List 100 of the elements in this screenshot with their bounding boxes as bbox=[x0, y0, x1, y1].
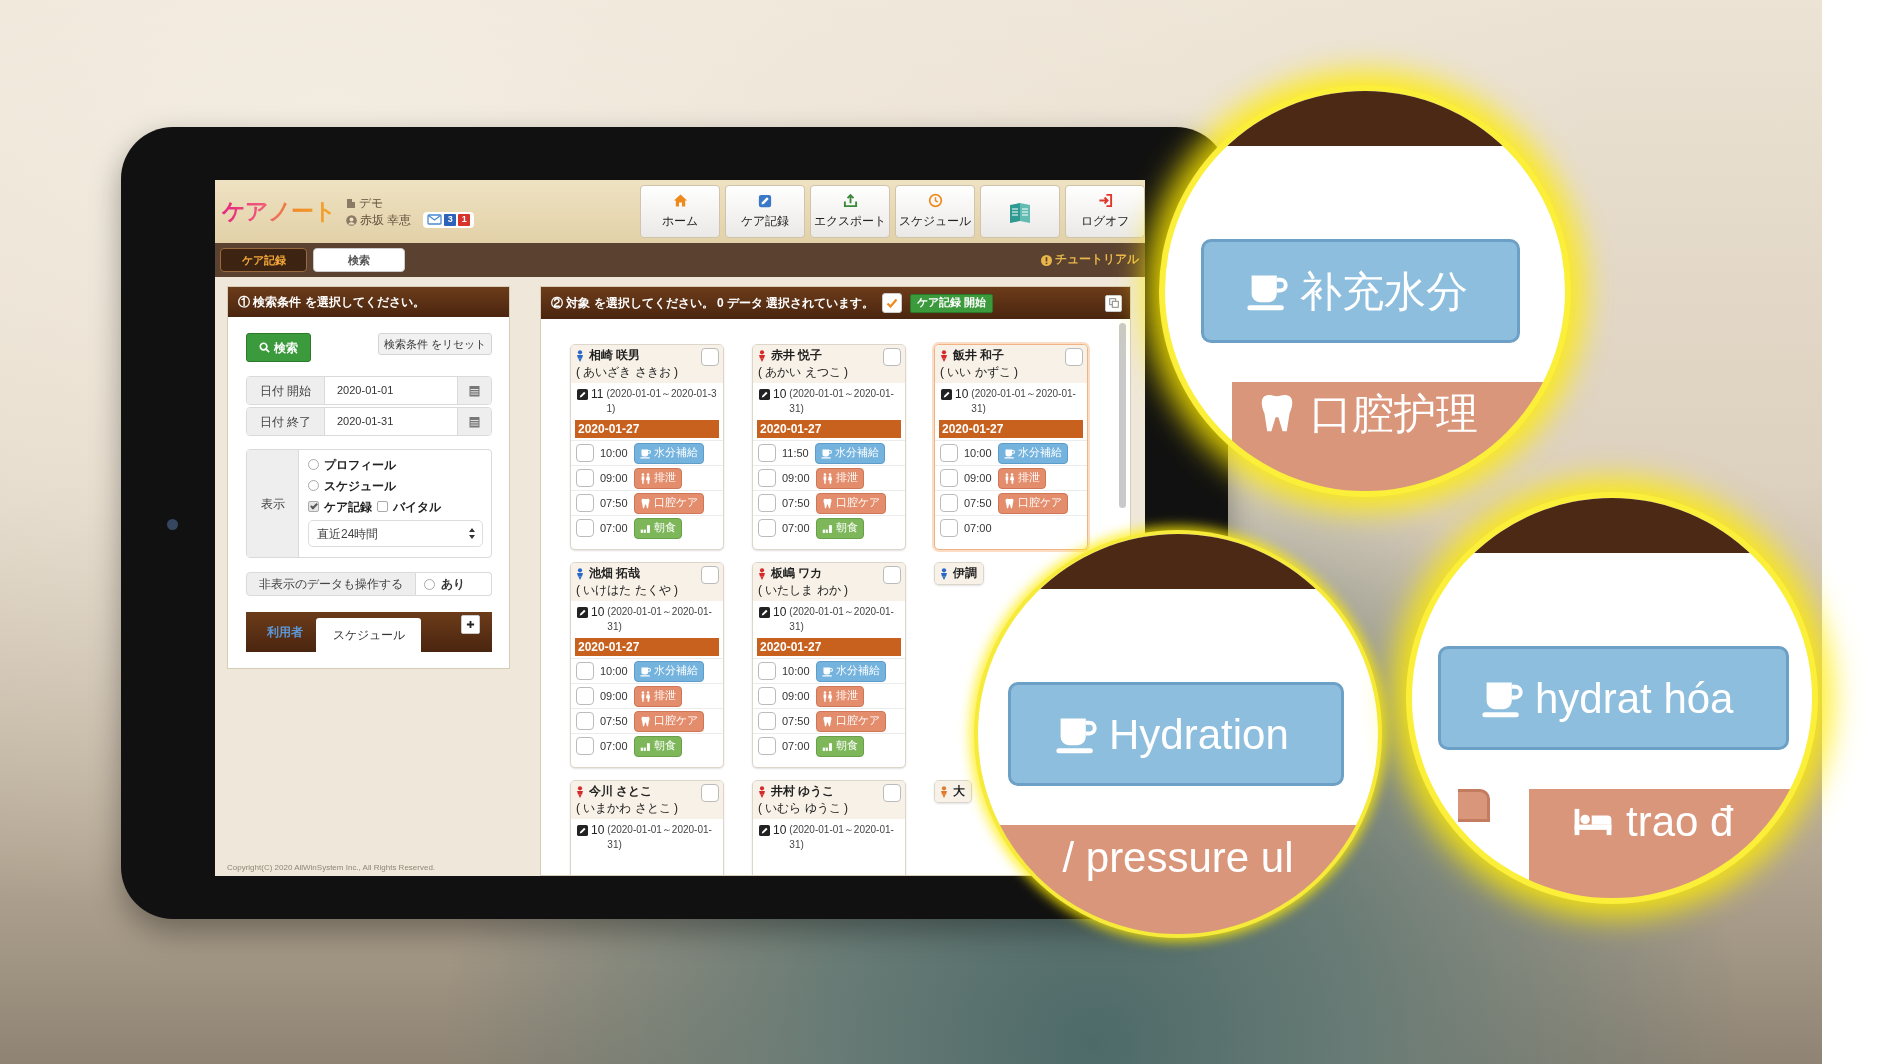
care-tag[interactable]: 口腔ケア bbox=[815, 492, 886, 514]
scrollbar[interactable] bbox=[1119, 323, 1126, 508]
copyright-text: Copyright(C) 2020 AllWinSystem Inc., All Rights Reserved. bbox=[227, 862, 437, 874]
nav-button[interactable]: ケア記録 bbox=[725, 185, 805, 238]
entry-checkbox[interactable] bbox=[758, 494, 776, 512]
pages-button[interactable] bbox=[1105, 294, 1122, 312]
care-tag[interactable]: 排泄 bbox=[633, 467, 682, 489]
entry-time: 07:00 bbox=[782, 520, 810, 536]
care-tag[interactable]: 补充水分 bbox=[1201, 239, 1520, 343]
person-card[interactable]: 今川 さとこ ( いまかわ さとこ ) 10 (2020-01-01～2020-01-31) bbox=[570, 780, 724, 875]
entry-checkbox[interactable] bbox=[940, 469, 958, 487]
radio-button[interactable] bbox=[308, 480, 319, 491]
entry-time: 09:00 bbox=[782, 470, 810, 486]
person-card[interactable]: 池畑 拓哉 ( いけはた たくや ) 10 (2020-01-01～2020-01-31) 2020-01-27 10:00 水分補給 09:00 排泄 07:50 口腔ケア 07:00 朝食 bbox=[570, 562, 724, 768]
calendar-button[interactable] bbox=[457, 408, 491, 435]
entry-checkbox[interactable] bbox=[758, 712, 776, 730]
add-button[interactable] bbox=[461, 615, 480, 634]
entry-time: 09:00 bbox=[600, 470, 628, 486]
period-select[interactable]: 直近24時間 bbox=[308, 520, 483, 547]
person-card[interactable]: 赤井 悦子 ( あかい えつこ ) 10 (2020-01-01～2020-01-31) 2020-01-27 11:50 水分補給 09:00 排泄 07:50 口腔ケア 07:00 朝食 bbox=[752, 344, 906, 550]
person-card[interactable]: 飯井 和子 ( いい かずこ ) 10 (2020-01-01～2020-01-31) 2020-01-27 10:00 水分補給 09:00 排泄 07:50 口腔ケア 07:00 bbox=[934, 344, 1088, 550]
date-heading: 2020-01-27 bbox=[575, 420, 719, 438]
reset-button[interactable]: 検索条件 をリセット bbox=[377, 333, 492, 355]
care-tag[interactable]: 朝食 bbox=[633, 517, 682, 539]
care-tag[interactable]: 朝食 bbox=[815, 735, 864, 757]
card-checkbox[interactable] bbox=[1065, 348, 1083, 366]
care-tag[interactable]: 排泄 bbox=[997, 467, 1046, 489]
care-tag[interactable]: 水分補給 bbox=[633, 660, 704, 682]
entry-checkbox[interactable] bbox=[940, 494, 958, 512]
care-tag[interactable]: Hydration bbox=[1008, 682, 1344, 786]
entry-checkbox[interactable] bbox=[576, 444, 594, 462]
entry-checkbox[interactable] bbox=[576, 494, 594, 512]
entry-checkbox[interactable] bbox=[576, 662, 594, 680]
card-checkbox[interactable] bbox=[883, 348, 901, 366]
person-card[interactable]: 井村 ゆうこ ( いむら ゆうこ ) 10 (2020-01-01～2020-01-31) bbox=[752, 780, 906, 875]
nav-button[interactable] bbox=[980, 185, 1060, 238]
entry-checkbox[interactable] bbox=[576, 469, 594, 487]
tab[interactable]: スケジュール bbox=[316, 618, 421, 652]
start-button[interactable]: ケア記録 開始 bbox=[910, 293, 994, 313]
select-all-button[interactable] bbox=[882, 293, 903, 313]
nav-button[interactable]: スケジュール bbox=[895, 185, 975, 238]
card-checkbox[interactable] bbox=[883, 784, 901, 802]
card-checkbox[interactable] bbox=[701, 784, 719, 802]
entry-checkbox[interactable] bbox=[758, 737, 776, 755]
entry-checkbox[interactable] bbox=[576, 519, 594, 537]
pencil-square-icon bbox=[759, 607, 770, 618]
person-card[interactable]: 伊調 bbox=[934, 562, 984, 585]
care-tag[interactable]: 口腔ケア bbox=[815, 710, 886, 732]
entry-checkbox[interactable] bbox=[758, 687, 776, 705]
care-tag[interactable]: 口腔ケア bbox=[997, 492, 1068, 514]
plus-icon bbox=[466, 620, 475, 629]
bars-icon bbox=[639, 740, 651, 752]
person-card[interactable]: 相崎 咲男 ( あいざき さきお ) 11 (2020-01-01～2020-01-31) 2020-01-27 10:00 水分補給 09:00 排泄 07:50 口腔ケア 07:00 朝食 bbox=[570, 344, 724, 550]
entry-checkbox[interactable] bbox=[940, 519, 958, 537]
calendar-button[interactable] bbox=[457, 377, 491, 404]
checkbox[interactable] bbox=[424, 578, 435, 590]
entry-checkbox[interactable] bbox=[758, 519, 776, 537]
cup-icon bbox=[821, 665, 833, 677]
care-tag[interactable]: 水分補給 bbox=[815, 660, 886, 682]
nav-button[interactable]: ログオフ bbox=[1065, 185, 1145, 238]
care-tag[interactable]: hydrat hóa bbox=[1438, 646, 1789, 750]
care-tag[interactable]: 水分補給 bbox=[814, 442, 885, 464]
care-tag[interactable]: 朝食 bbox=[633, 735, 682, 757]
care-tag[interactable] bbox=[1458, 789, 1490, 822]
tutorial-link[interactable]: チュートリアル bbox=[1041, 251, 1139, 269]
entry-checkbox[interactable] bbox=[576, 737, 594, 755]
care-tag[interactable]: 口腔ケア bbox=[633, 710, 704, 732]
entry-checkbox[interactable] bbox=[940, 444, 958, 462]
person-card[interactable]: 大 bbox=[934, 780, 972, 803]
nav-button[interactable]: エクスポート bbox=[810, 185, 890, 238]
entry-checkbox[interactable] bbox=[758, 469, 776, 487]
entry-checkbox[interactable] bbox=[576, 687, 594, 705]
card-checkbox[interactable] bbox=[701, 566, 719, 584]
bars-icon bbox=[821, 740, 833, 752]
entry-checkbox[interactable] bbox=[758, 444, 776, 462]
checkbox[interactable] bbox=[308, 501, 319, 512]
nav-button[interactable]: ホーム bbox=[640, 185, 720, 238]
tab[interactable]: ケア記録 bbox=[220, 248, 307, 272]
card-checkbox[interactable] bbox=[883, 566, 901, 584]
care-tag[interactable]: 水分補給 bbox=[633, 442, 704, 464]
care-tag[interactable]: 朝食 bbox=[815, 517, 864, 539]
radio-button[interactable] bbox=[308, 459, 319, 470]
envelope-icon bbox=[427, 214, 443, 225]
care-tag[interactable]: 口腔ケア bbox=[633, 492, 704, 514]
entry-time: 11:50 bbox=[782, 445, 809, 461]
care-tag[interactable]: 排泄 bbox=[633, 685, 682, 707]
search-button[interactable]: 検索 bbox=[246, 333, 311, 362]
tab[interactable]: 利用者 bbox=[256, 620, 314, 644]
care-tag[interactable]: 排泄 bbox=[815, 685, 864, 707]
checkbox[interactable] bbox=[377, 501, 388, 512]
entry-time: 07:50 bbox=[600, 495, 628, 511]
care-tag[interactable]: 排泄 bbox=[815, 467, 864, 489]
person-card[interactable]: 板嶋 ワカ ( いたしま わか ) 10 (2020-01-01～2020-01-31) 2020-01-27 10:00 水分補給 09:00 排泄 07:50 口腔ケア 07:00 朝食 bbox=[752, 562, 906, 768]
card-checkbox[interactable] bbox=[701, 348, 719, 366]
entry-checkbox[interactable] bbox=[576, 712, 594, 730]
care-tag[interactable]: 水分補給 bbox=[997, 442, 1068, 464]
message-badge[interactable]: 3 1 bbox=[423, 211, 475, 228]
tab[interactable]: 検索 bbox=[313, 248, 405, 272]
pencil-square-icon bbox=[941, 389, 952, 400]
entry-checkbox[interactable] bbox=[758, 662, 776, 680]
